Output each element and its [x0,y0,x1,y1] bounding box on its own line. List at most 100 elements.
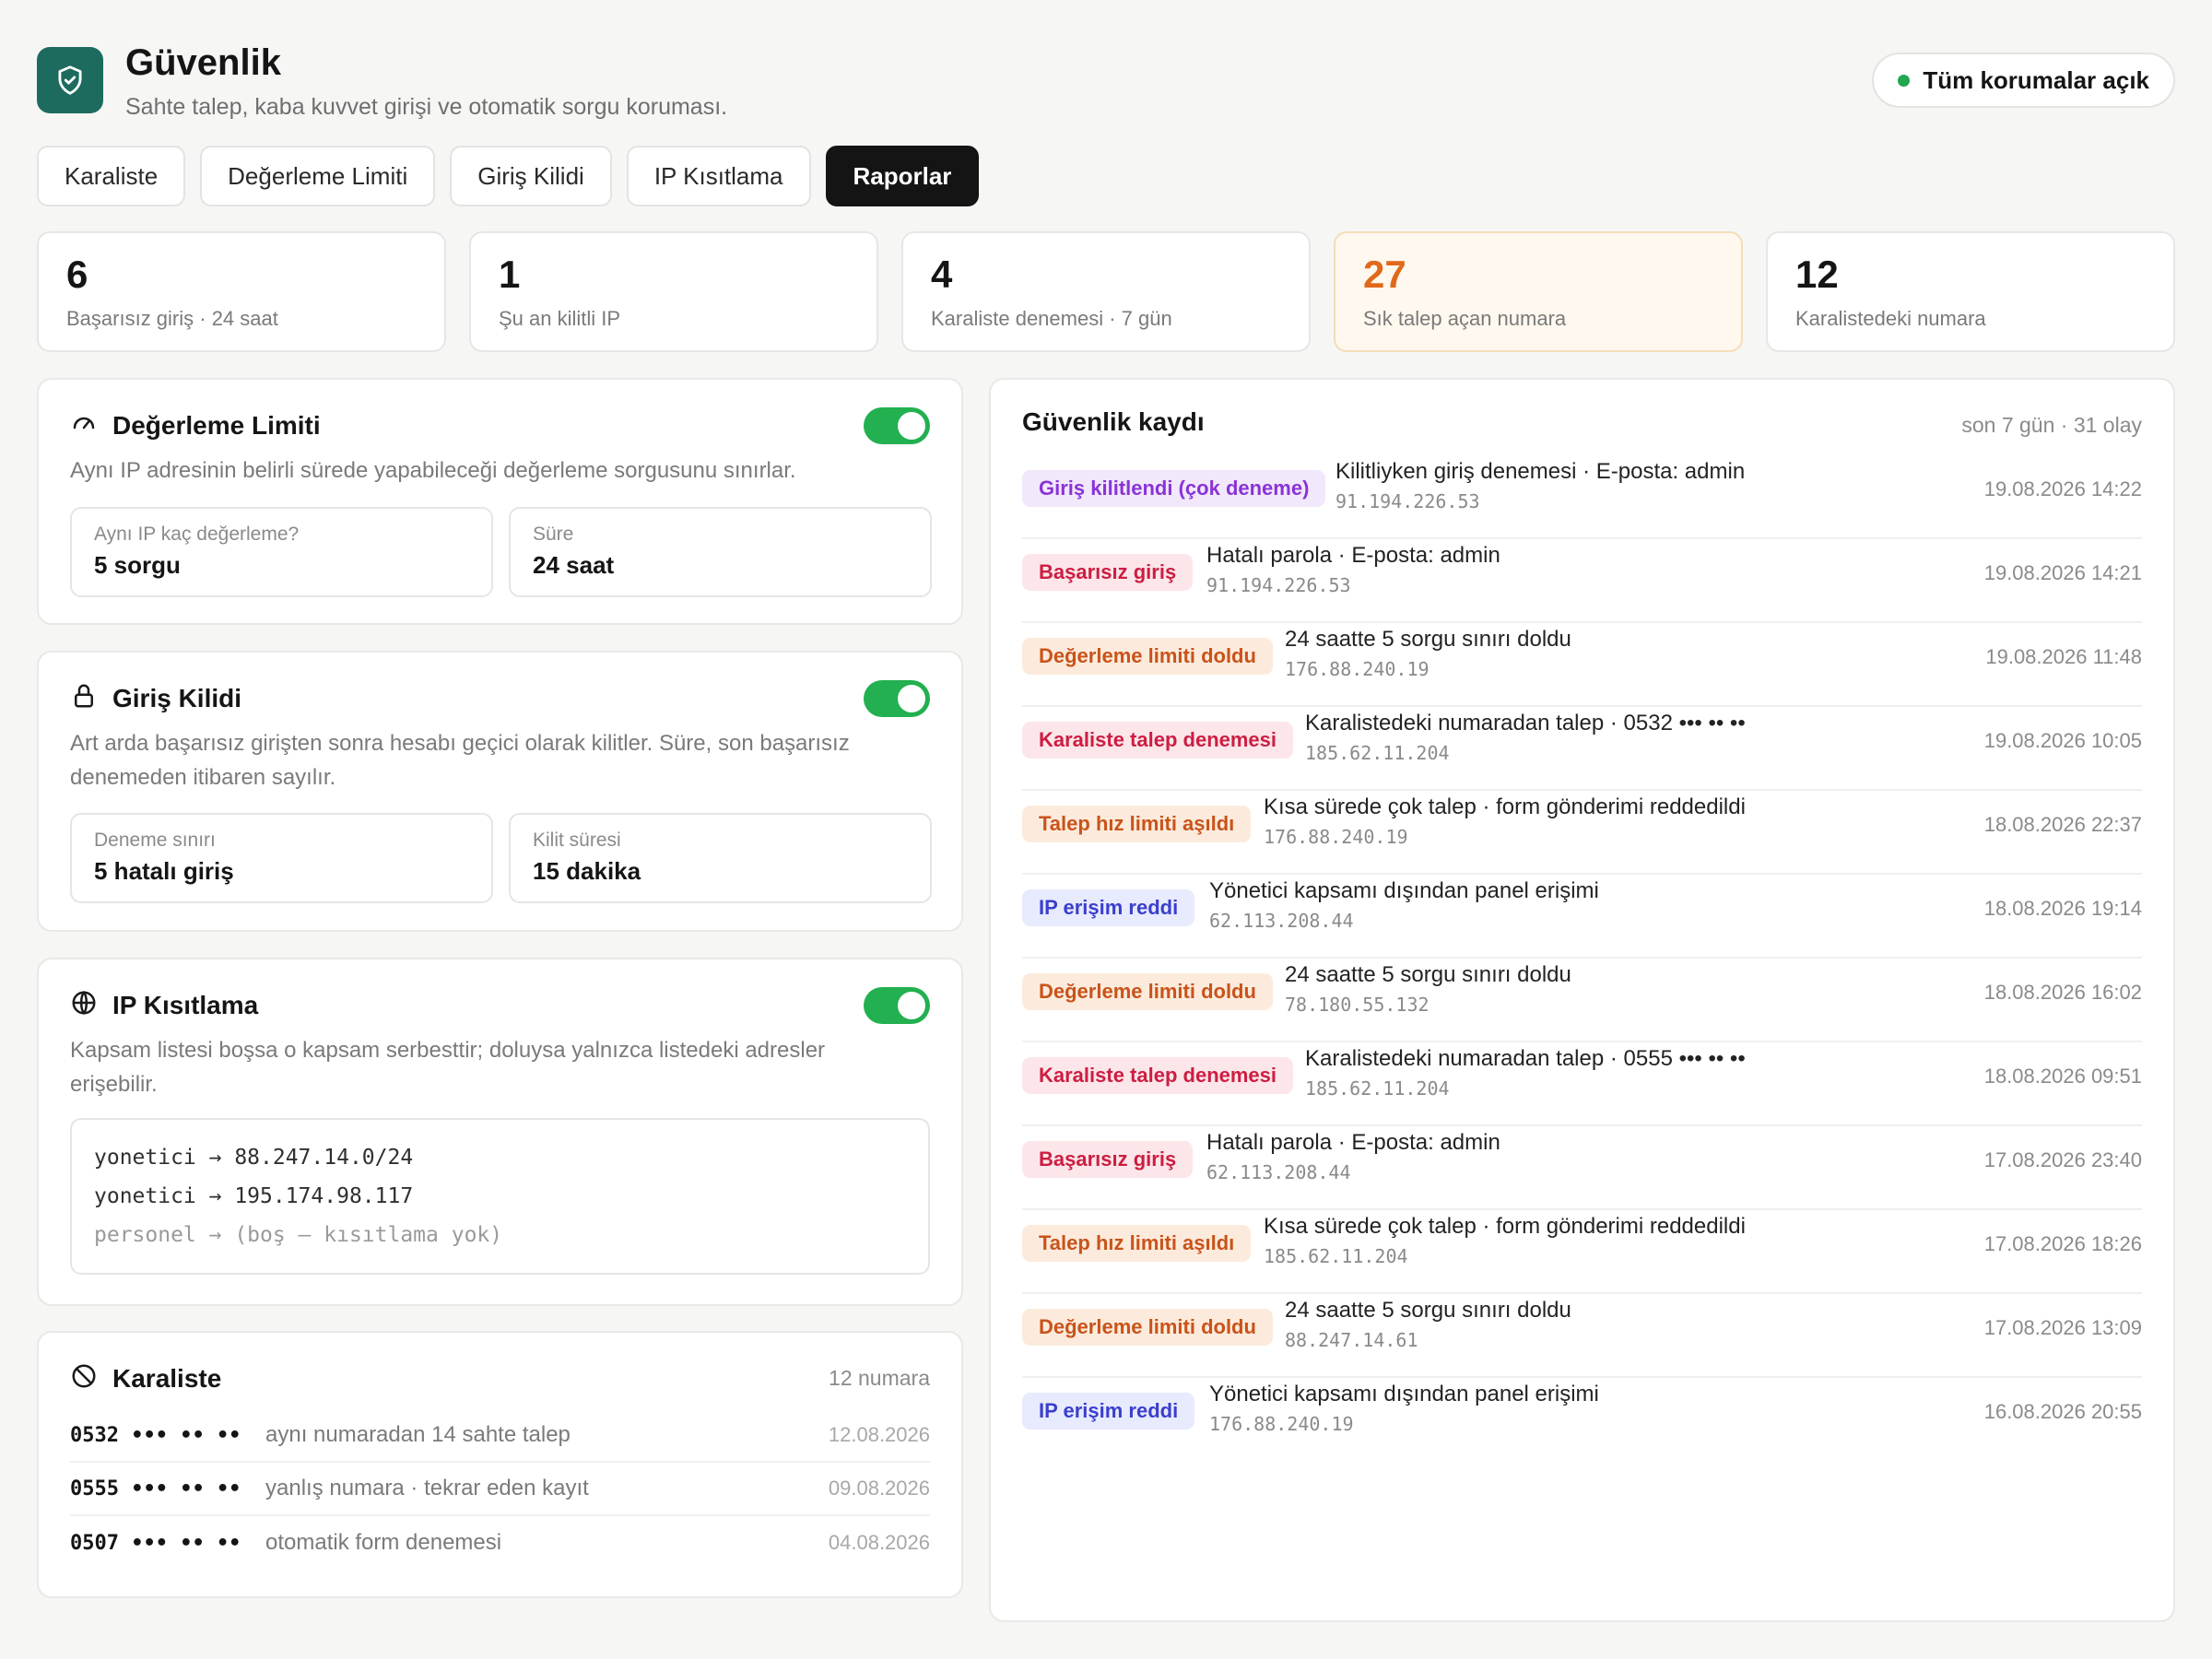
card-description: Aynı IP adresinin belirli sürede yapabil… [70,458,796,483]
ip-rule: yonetici → 88.247.14.0/24 [94,1146,414,1170]
log-text: Yönetici kapsamı dışından panel erişimi [1209,1382,1599,1406]
event-type-badge: IP erişim reddi [1022,1393,1195,1430]
log-ip: 88.247.14.61 [1285,1329,1418,1351]
stat-label: Şu an kilitli IP [499,307,621,331]
card-description: Kapsam listesi boşsa o kapsam serbesttir… [70,1038,826,1097]
log-row[interactable]: Talep hız limiti aşıldı Kısa sürede çok … [1022,1210,2142,1294]
log-ip: 176.88.240.19 [1209,1413,1354,1435]
log-row[interactable]: Değerleme limiti doldu 24 saatte 5 sorgu… [1022,623,2142,707]
log-time: 18.08.2026 16:02 [1983,981,2142,1004]
event-type-badge: Başarısız giriş [1022,554,1194,591]
card-header: Değerleme Limiti [70,409,321,441]
event-type-badge: Değerleme limiti doldu [1022,638,1273,675]
stat-value: 27 [1363,253,1406,296]
ip-rule: yonetici → 195.174.98.117 [94,1184,414,1208]
log-text: Yönetici kapsamı dışından panel erişimi [1209,878,1599,903]
login-lock-card: Giriş Kilidi Art arda başarısız girişten… [37,651,963,932]
page-subtitle: Sahte talep, kaba kuvvet girişi ve otoma… [125,94,728,120]
log-time: 16.08.2026 20:55 [1983,1400,2142,1423]
ban-icon [70,1362,98,1394]
card-description: Art arda başarısız girişten sonra hesabı… [70,731,850,790]
tab-karaliste[interactable]: Karaliste [37,146,186,206]
blacklist-card: Karaliste 12 numara 0532 ••• •• •• aynı … [37,1331,963,1598]
log-text: 24 saatte 5 sorgu sınırı doldu [1285,1298,1571,1323]
log-ip: 185.62.11.204 [1305,1077,1450,1100]
log-row[interactable]: IP erişim reddi Yönetici kapsamı dışında… [1022,875,2142,959]
field-label: Aynı IP kaç değerleme? [94,524,300,545]
log-row[interactable]: Talep hız limiti aşıldı Kısa sürede çok … [1022,791,2142,875]
blacklist-row[interactable]: 0555 ••• •• •• yanlış numara · tekrar ed… [70,1463,930,1516]
log-meta: son 7 gün · 31 olay [1961,413,2142,437]
log-time: 19.08.2026 10:05 [1983,729,2142,752]
protection-status-label: Tüm korumalar açık [1923,65,2149,94]
blacklist-count: 12 numara [829,1366,930,1390]
log-row[interactable]: IP erişim reddi Yönetici kapsamı dışında… [1022,1378,2142,1462]
stat-label: Sık talep açan numara [1363,307,1567,331]
tab-giris-kilidi[interactable]: Giriş Kilidi [450,146,612,206]
login-lock-toggle[interactable] [864,680,930,717]
ip-restriction-card: IP Kısıtlama Kapsam listesi boşsa o kaps… [37,958,963,1306]
log-time: 18.08.2026 19:14 [1983,897,2142,920]
tab-ip-kisitlama[interactable]: IP Kısıtlama [626,146,811,206]
rate-limit-card: Değerleme Limiti Aynı IP adresinin belir… [37,378,963,625]
stat-card-blacklist-attempts: 4 Karaliste denemesi · 7 gün [901,231,1311,352]
stat-card-frequent-numbers: 27 Sık talep açan numara [1334,231,1743,352]
event-type-badge: Karaliste talep denemesi [1022,722,1294,759]
rate-limit-toggle[interactable] [864,407,930,444]
event-type-badge: Giriş kilitlendi (çok deneme) [1022,470,1326,507]
log-row[interactable]: Başarısız giriş Hatalı parola · E-posta:… [1022,539,2142,623]
tab-degerleme-limiti[interactable]: Değerleme Limiti [200,146,436,206]
log-row[interactable]: Karaliste talep denemesi Karalistedeki n… [1022,707,2142,791]
gauge-icon [70,409,98,441]
rate-limit-count-field[interactable]: Aynı IP kaç değerleme? 5 sorgu [70,507,493,597]
log-text: Kısa sürede çok talep · form gönderimi r… [1264,1214,1746,1239]
protection-status-badge: Tüm korumalar açık [1872,53,2175,108]
field-label: Kilit süresi [533,830,621,851]
log-text: Karalistedeki numaradan talep · 0532 •••… [1305,711,1746,735]
log-time: 18.08.2026 22:37 [1983,813,2142,836]
log-ip: 176.88.240.19 [1264,826,1408,848]
lock-duration-field[interactable]: Kilit süresi 15 dakika [509,813,932,903]
log-row[interactable]: Değerleme limiti doldu 24 saatte 5 sorgu… [1022,1294,2142,1378]
log-row[interactable]: Değerleme limiti doldu 24 saatte 5 sorgu… [1022,959,2142,1042]
blacklist-row[interactable]: 0507 ••• •• •• otomatik form denemesi 04… [70,1516,930,1570]
log-row[interactable]: Karaliste talep denemesi Karalistedeki n… [1022,1042,2142,1126]
globe-icon [70,989,98,1021]
field-value: 5 sorgu [94,551,181,579]
event-type-badge: Karaliste talep denemesi [1022,1057,1294,1094]
status-dot-icon [1898,74,1911,87]
event-type-badge: Başarısız giriş [1022,1141,1194,1178]
log-time: 17.08.2026 13:09 [1983,1316,2142,1339]
blacklist-date: 04.08.2026 [828,1531,930,1554]
log-row[interactable]: Başarısız giriş Hatalı parola · E-posta:… [1022,1126,2142,1210]
log-row[interactable]: Giriş kilitlendi (çok deneme) Kilitliyke… [1022,455,2142,539]
log-ip: 185.62.11.204 [1305,742,1450,764]
tab-raporlar[interactable]: Raporlar [825,146,980,206]
log-ip: 176.88.240.19 [1285,658,1430,680]
stat-label: Karalistedeki numara [1795,307,1986,331]
card-title: Karaliste [112,1363,222,1393]
log-time: 17.08.2026 18:26 [1983,1232,2142,1255]
page-title: Güvenlik [125,42,281,83]
blacklist-reason: aynı numaradan 14 sahte talep [265,1422,571,1447]
field-value: 24 saat [533,551,615,579]
section-tabs: Karaliste Değerleme Limiti Giriş Kilidi … [37,146,980,206]
log-ip: 78.180.55.132 [1285,994,1430,1016]
event-type-badge: Değerleme limiti doldu [1022,1309,1273,1346]
log-time: 19.08.2026 11:48 [1985,645,2142,668]
blacklist-row[interactable]: 0532 ••• •• •• aynı numaradan 14 sahte t… [70,1409,930,1463]
lock-icon [70,682,98,714]
log-title: Güvenlik kaydı [1022,407,1205,436]
card-title: Giriş Kilidi [112,683,242,712]
log-ip: 91.194.226.53 [1335,490,1480,512]
login-attempt-limit-field[interactable]: Deneme sınırı 5 hatalı giriş [70,813,493,903]
field-label: Deneme sınırı [94,830,216,851]
blacklist-date: 09.08.2026 [828,1477,930,1500]
stat-card-blacklisted-numbers: 12 Karalistedeki numara [1766,231,2175,352]
log-ip: 62.113.208.44 [1206,1161,1351,1183]
stat-value: 4 [931,253,953,296]
rate-limit-duration-field[interactable]: Süre 24 saat [509,507,932,597]
ip-rules-box[interactable]: yonetici → 88.247.14.0/24 yonetici → 195… [70,1118,930,1275]
card-header: Giriş Kilidi [70,682,241,714]
ip-restriction-toggle[interactable] [864,987,930,1024]
